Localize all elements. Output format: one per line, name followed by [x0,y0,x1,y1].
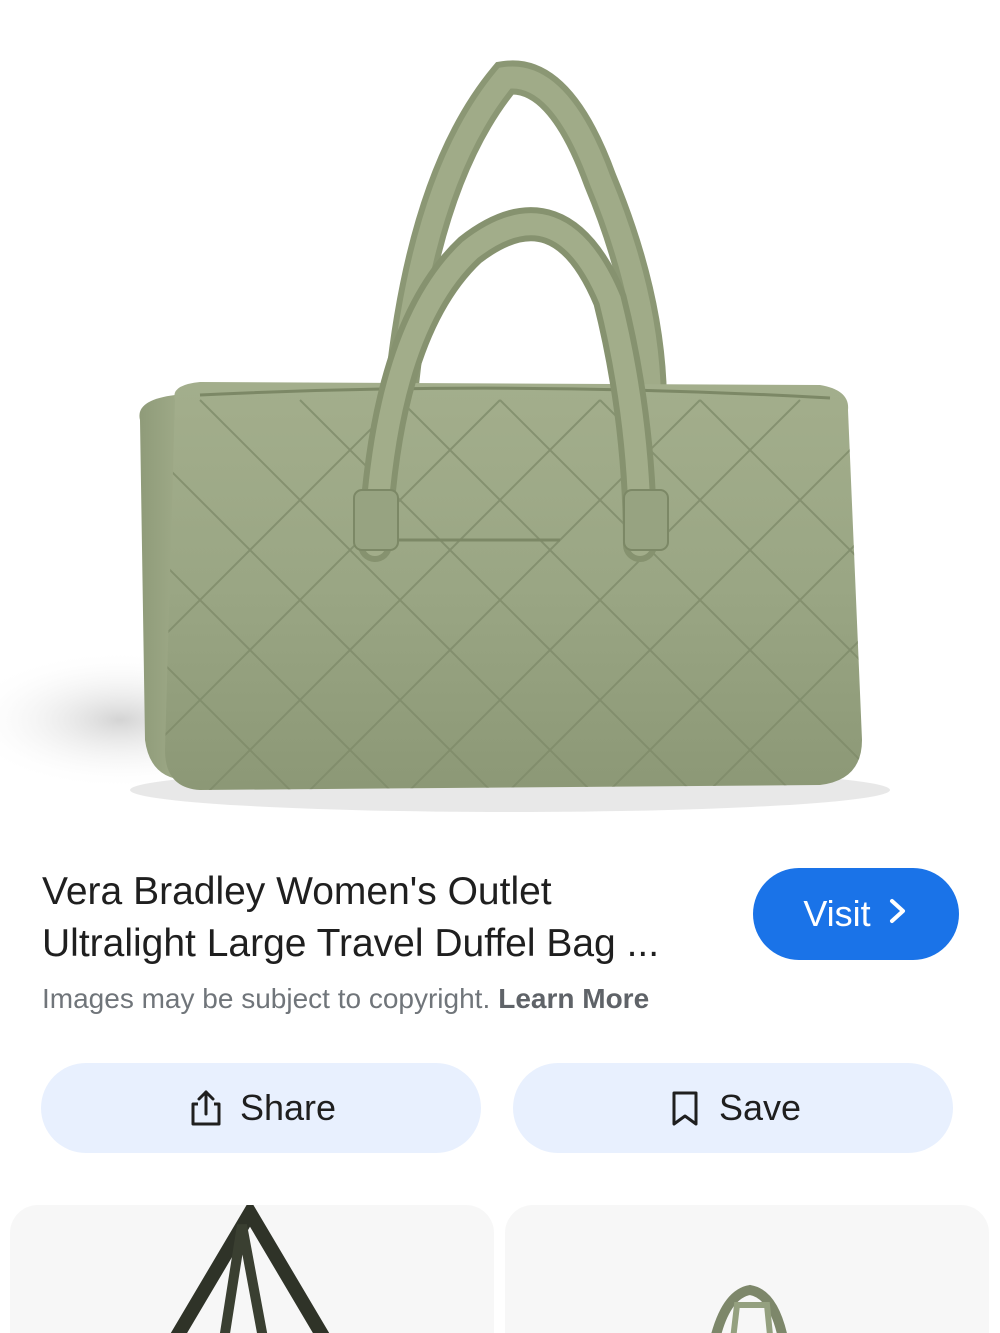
save-button[interactable]: Save [513,1063,953,1153]
product-title-line-2: Ultralight Large Travel Duffel Bag ... [42,922,660,965]
product-title[interactable]: Vera Bradley Women's Outlet Ultralight L… [42,866,732,970]
copyright-notice: Images may be subject to copyright. Learn… [42,983,649,1015]
copyright-text: Images may be subject to copyright. [42,983,491,1014]
related-image-card[interactable] [505,1205,989,1333]
share-icon [186,1088,226,1128]
related-bag-image-1 [170,1205,330,1333]
chevron-right-icon [887,893,909,935]
product-title-line-1: Vera Bradley Women's Outlet [42,870,552,913]
visit-button-label: Visit [803,893,871,934]
share-button[interactable]: Share [41,1063,481,1153]
related-bag-image-2 [711,1284,787,1333]
bookmark-icon [665,1088,705,1128]
share-button-label: Share [239,1087,337,1128]
duffel-bag-image [0,0,1000,840]
image-viewer-page: Vera Bradley Women's Outlet Ultralight L… [0,0,1000,1333]
related-image-card[interactable] [10,1205,494,1333]
product-image[interactable] [0,0,1000,840]
learn-more-link[interactable]: Learn More [498,983,649,1014]
save-button-label: Save [718,1087,802,1128]
visit-button[interactable]: Visit [753,868,959,960]
